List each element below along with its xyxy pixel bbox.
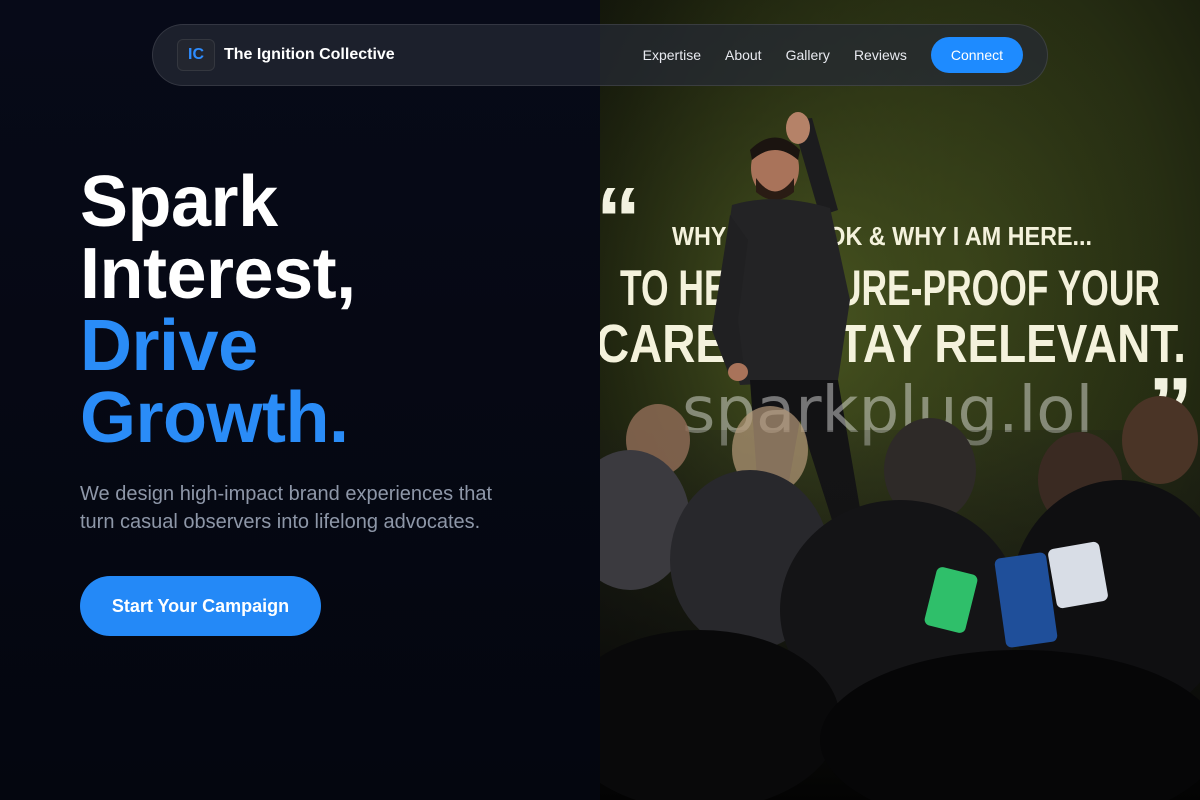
- brand-logo[interactable]: IC The Ignition Collective: [177, 39, 395, 71]
- top-navbar: IC The Ignition Collective Expertise Abo…: [152, 24, 1048, 86]
- nav-links: Expertise About Gallery Reviews Connect: [643, 37, 1023, 73]
- headline-line-1: Spark: [80, 162, 278, 242]
- nav-link-about[interactable]: About: [725, 47, 762, 63]
- connect-button[interactable]: Connect: [930, 37, 1023, 73]
- screen-text-line-3: CAREE... STAY RELEVANT.: [600, 314, 1186, 374]
- headline-accent-line-1: Drive: [80, 306, 258, 386]
- headline-line-2: Interest,: [80, 234, 356, 314]
- headline-accent-line-2: Growth.: [80, 378, 349, 458]
- speaker-photo: “ ” WHY I W... BOOK & WHY I AM HERE... T…: [600, 0, 1200, 800]
- audience-crowd: [600, 396, 1200, 800]
- nav-link-expertise[interactable]: Expertise: [643, 47, 701, 63]
- open-quote-glyph: “: [600, 170, 641, 270]
- nav-link-gallery[interactable]: Gallery: [786, 47, 830, 63]
- brand-name: The Ignition Collective: [224, 46, 395, 63]
- screen-text-line-2: TO HEL... UTURE-PROOF YOUR: [620, 260, 1160, 316]
- hero-section: Spark Interest, Drive Growth. We design …: [80, 166, 560, 636]
- hero-headline: Spark Interest, Drive Growth.: [80, 166, 560, 454]
- start-campaign-button[interactable]: Start Your Campaign: [80, 576, 321, 636]
- nav-link-reviews[interactable]: Reviews: [854, 47, 907, 63]
- speaker-photo-illustration: “ ” WHY I W... BOOK & WHY I AM HERE... T…: [600, 0, 1200, 800]
- hero-subtitle: We design high-impact brand experiences …: [80, 483, 493, 533]
- brand-badge: IC: [177, 39, 215, 71]
